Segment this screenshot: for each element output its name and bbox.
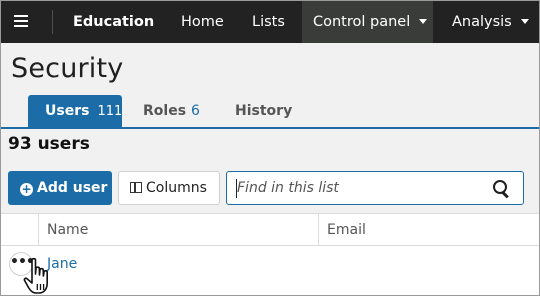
search-input[interactable] — [227, 172, 477, 204]
nav-item-control-panel[interactable]: Control panel — [302, 1, 433, 43]
search-icon[interactable] — [493, 180, 510, 197]
tab-history[interactable]: History — [235, 95, 292, 127]
app-name-link[interactable]: Education — [73, 1, 154, 43]
columns-button[interactable]: Columns — [118, 171, 220, 205]
users-table: Name Email ••• Jane — [1, 213, 539, 295]
add-user-button[interactable]: + Add user — [8, 171, 112, 205]
tab-roles-count: 6 — [191, 103, 200, 119]
add-user-label: Add user — [37, 180, 108, 196]
top-navigation-bar: Education Home Lists Control panel Analy… — [1, 1, 539, 43]
caret-down-icon — [520, 18, 529, 24]
page-title: Security — [11, 53, 124, 84]
tab-history-label: History — [235, 103, 293, 119]
nav-item-analysis-label: Analysis — [452, 14, 512, 30]
nav-item-control-panel-label: Control panel — [313, 14, 411, 30]
tab-bar: Users 111 Roles 6 History — [1, 95, 539, 127]
text-cursor — [236, 179, 237, 198]
column-header-name[interactable]: Name — [47, 214, 88, 246]
nav-item-analysis[interactable]: Analysis — [452, 1, 529, 43]
app-window: Education Home Lists Control panel Analy… — [0, 0, 540, 296]
columns-icon — [130, 182, 142, 193]
tab-roles[interactable]: Roles 6 — [143, 95, 200, 127]
hand-cursor-icon — [23, 257, 48, 294]
tab-users-label: Users — [45, 103, 90, 119]
caret-down-icon — [419, 18, 428, 24]
nav-item-lists[interactable]: Lists — [252, 1, 285, 43]
nav-item-home[interactable]: Home — [181, 1, 224, 43]
tab-roles-label: Roles — [143, 103, 187, 119]
tab-users-count: 111 — [97, 104, 123, 119]
user-count-heading: 93 users — [8, 134, 90, 154]
tab-users[interactable]: Users 111 — [28, 95, 122, 127]
column-header-email[interactable]: Email — [327, 214, 366, 246]
plus-circle-icon: + — [20, 182, 33, 196]
column-divider — [38, 214, 39, 246]
column-divider — [318, 214, 319, 246]
columns-label: Columns — [146, 180, 207, 196]
nav-divider — [52, 10, 53, 34]
table-header: Name Email — [1, 214, 539, 246]
search-box — [226, 171, 524, 205]
table-row: ••• Jane — [1, 247, 539, 283]
tab-underline — [1, 127, 539, 129]
hamburger-menu-icon[interactable] — [14, 15, 28, 27]
page-content: Security Users 111 Roles 6 History 93 user… — [1, 43, 539, 295]
